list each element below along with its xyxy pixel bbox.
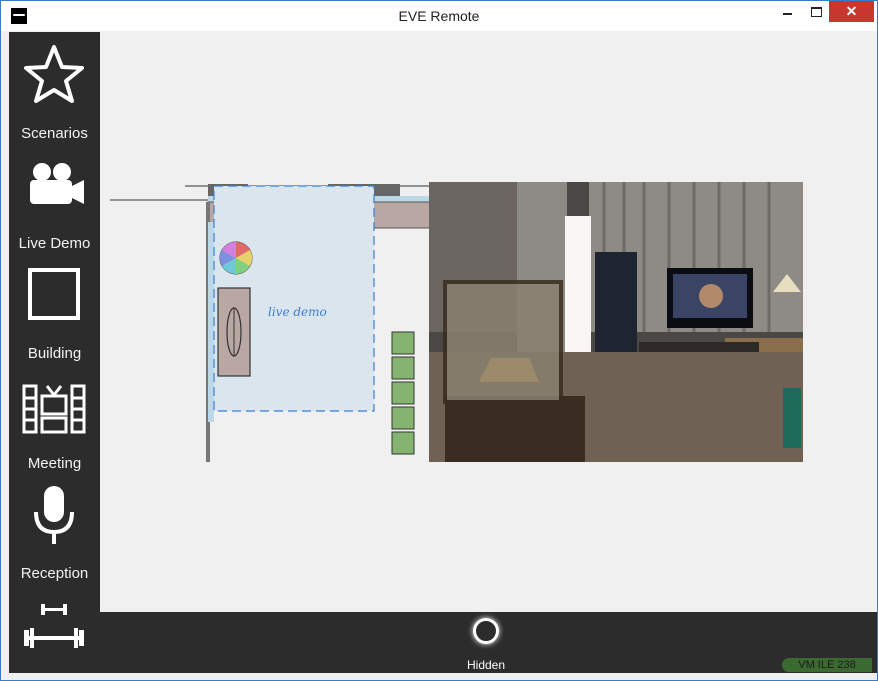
close-icon: ✕ (845, 3, 858, 19)
color-wheel-icon[interactable] (219, 241, 253, 275)
sidebar-item-fitness[interactable] (9, 586, 100, 673)
sidebar-item-label: Scenarios (21, 125, 88, 142)
app-window: EVE Remote ✕ Scenarios Live Demo Buildin… (0, 0, 878, 681)
dumbbell-icon (24, 604, 84, 648)
floor-plan[interactable]: live demo (110, 182, 430, 462)
camera-feed[interactable] (429, 182, 803, 462)
sidebar: Scenarios Live Demo Building Meeting Rec… (9, 32, 100, 673)
sidebar-item-meeting[interactable]: Meeting (9, 366, 100, 476)
hidden-label: Hidden (466, 658, 506, 672)
circle-icon (473, 618, 499, 644)
sidebar-item-label: Building (27, 345, 82, 362)
sidebar-item-scenarios[interactable]: Scenarios (9, 36, 100, 146)
camera-icon (30, 163, 84, 204)
hidden-button[interactable]: Hidden (464, 616, 508, 672)
plant-row (391, 331, 415, 455)
sidebar-item-label: Meeting (27, 455, 82, 472)
status-badge: VM ILE 238 (782, 658, 872, 672)
minimize-button[interactable] (774, 1, 802, 22)
tv-icon (22, 384, 86, 434)
microphone-icon (34, 486, 74, 544)
sidebar-item-label: Live Demo (18, 235, 91, 252)
room-label: live demo (268, 305, 327, 319)
bottom-bar: Hidden VM ILE 238 (100, 612, 877, 673)
window-title: EVE Remote (398, 8, 480, 24)
window-strip (208, 222, 214, 422)
sidebar-item-reception[interactable]: Reception (9, 476, 100, 586)
title-bar[interactable]: EVE Remote ✕ (1, 1, 877, 31)
star-icon (24, 45, 84, 103)
sidebar-item-building[interactable]: Building (9, 256, 100, 366)
close-button[interactable]: ✕ (829, 1, 874, 22)
main-content: live demo (100, 32, 877, 612)
sidebar-item-live-demo[interactable]: Live Demo (9, 146, 100, 256)
square-icon (28, 268, 80, 320)
sidebar-item-label: Reception (20, 565, 89, 582)
maximize-button[interactable] (802, 1, 830, 22)
